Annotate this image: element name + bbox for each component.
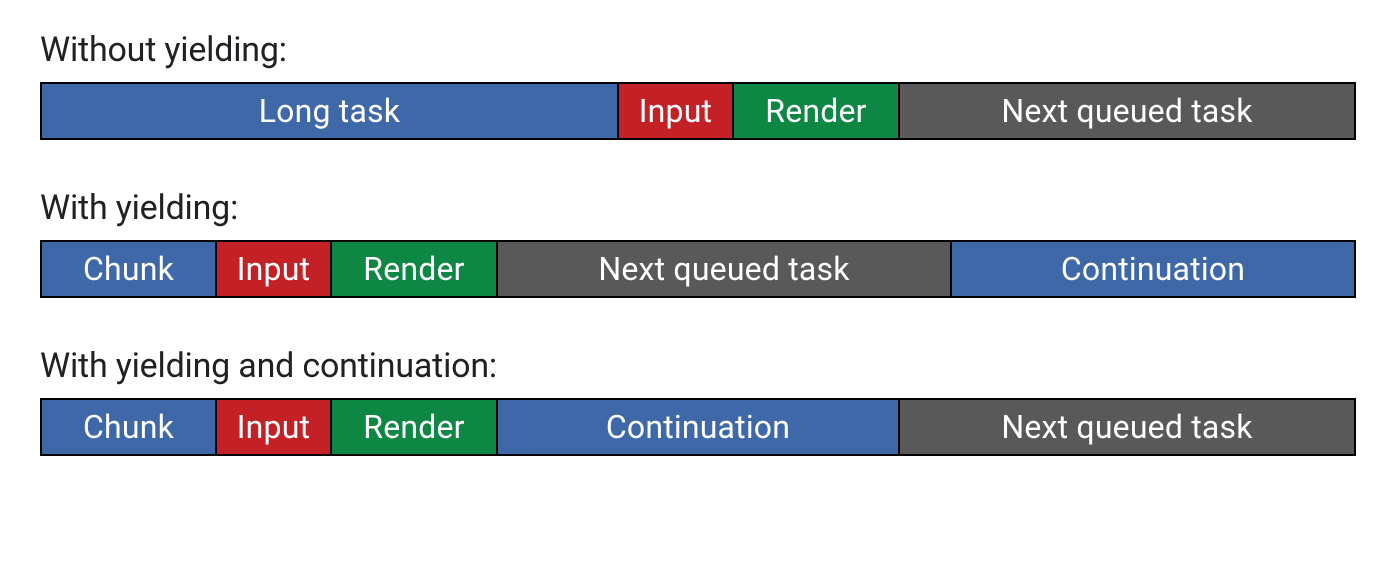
section-title: Without yielding: xyxy=(40,30,1356,70)
segment-render: Render xyxy=(332,400,498,454)
bar-row: Long taskInputRenderNext queued task xyxy=(40,82,1356,140)
section-title: With yielding and continuation: xyxy=(40,346,1356,386)
section-0: Without yielding: Long taskInputRenderNex… xyxy=(40,30,1356,140)
segment-continuation: Continuation xyxy=(952,242,1354,296)
segment-next-queued-task: Next queued task xyxy=(900,400,1354,454)
segment-next-queued-task: Next queued task xyxy=(498,242,952,296)
segment-input: Input xyxy=(217,400,332,454)
task-scheduling-diagram: Without yielding:Long taskInputRenderNex… xyxy=(40,30,1356,456)
segment-render: Render xyxy=(734,84,900,138)
segment-input: Input xyxy=(619,84,734,138)
section-1: With yielding: ChunkInputRenderNext queue… xyxy=(40,188,1356,298)
section-title: With yielding: xyxy=(40,188,1356,228)
segment-long-task: Long task xyxy=(42,84,619,138)
segment-continuation: Continuation xyxy=(498,400,900,454)
bar-row: ChunkInputRenderNext queued taskContinua… xyxy=(40,240,1356,298)
segment-next-queued-task: Next queued task xyxy=(900,84,1354,138)
bar-row: ChunkInputRenderContinuationNext queued … xyxy=(40,398,1356,456)
segment-input: Input xyxy=(217,242,332,296)
section-2: With yielding and continuation: ChunkInpu… xyxy=(40,346,1356,456)
segment-chunk: Chunk xyxy=(42,242,217,296)
segment-render: Render xyxy=(332,242,498,296)
segment-chunk: Chunk xyxy=(42,400,217,454)
